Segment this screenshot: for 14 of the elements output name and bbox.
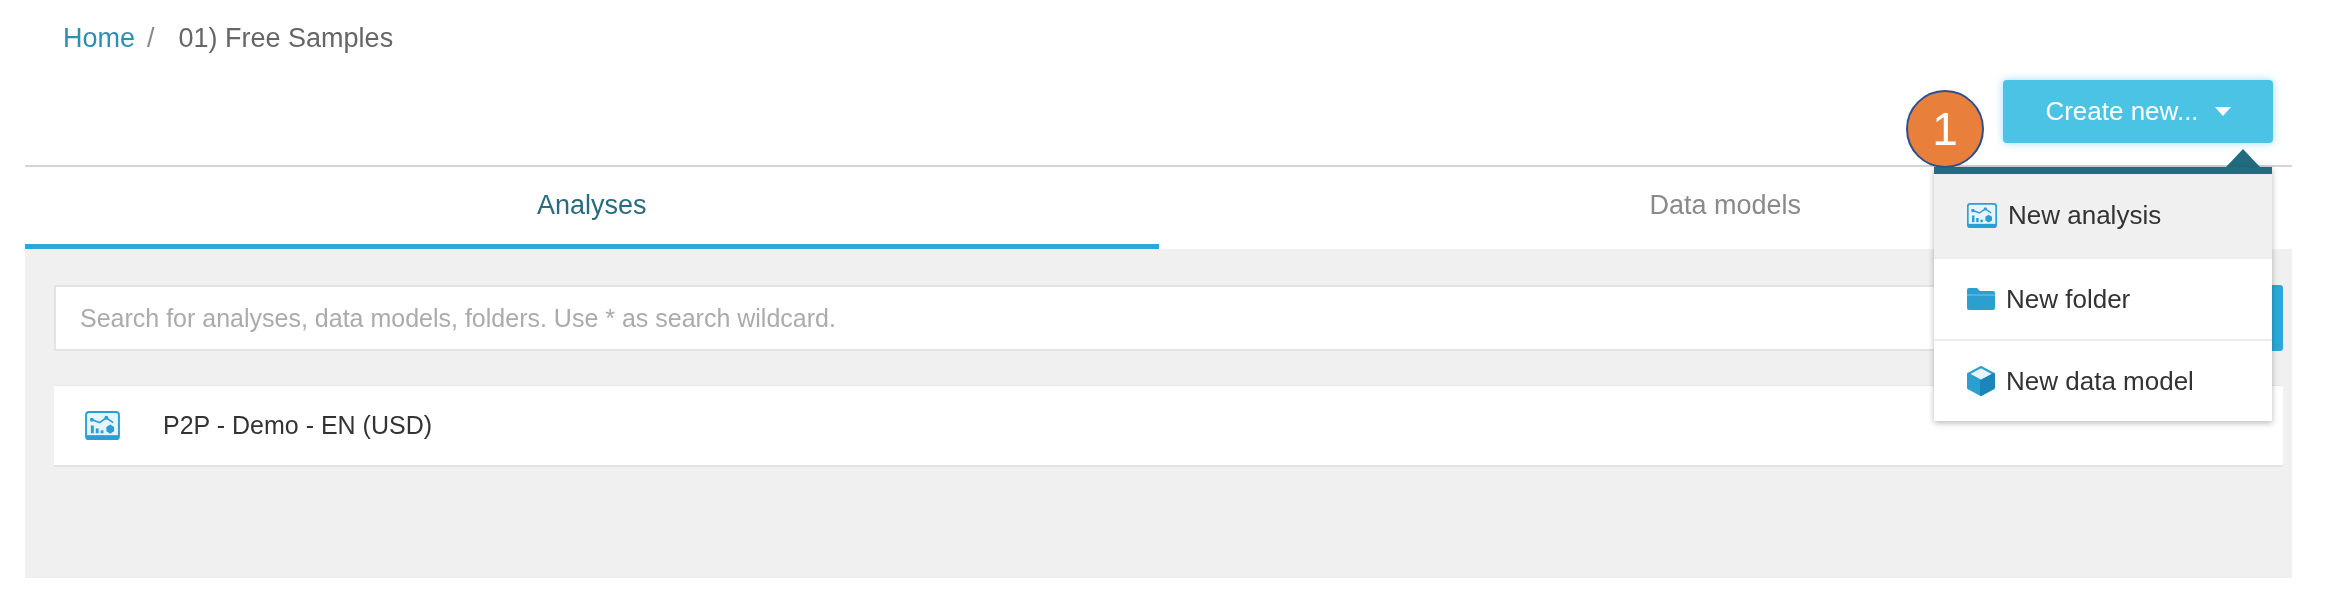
dashboard-chart-icon bbox=[85, 411, 120, 440]
breadcrumb-current: 01) Free Samples bbox=[178, 22, 394, 55]
breadcrumb-link[interactable]: Home bbox=[63, 20, 136, 56]
menu-item[interactable]: New data model bbox=[1934, 339, 2272, 421]
dashboard-chart-icon bbox=[1967, 203, 1997, 228]
menu-item[interactable]: New analysis bbox=[1934, 174, 2272, 257]
caret-icon bbox=[2214, 107, 2231, 116]
breadcrumb-separator: / bbox=[147, 22, 155, 55]
folder-icon bbox=[1967, 288, 1995, 310]
cube-icon bbox=[1967, 366, 1995, 396]
search-field[interactable]: Search for analyses, data models, folders. Use * as search wildcard. bbox=[54, 285, 1934, 351]
menu-item[interactable]: New folder bbox=[1934, 257, 2272, 339]
analysis-name: P2P - Demo - EN (USD) bbox=[163, 411, 433, 440]
step-badge: 1 bbox=[1906, 90, 1984, 168]
